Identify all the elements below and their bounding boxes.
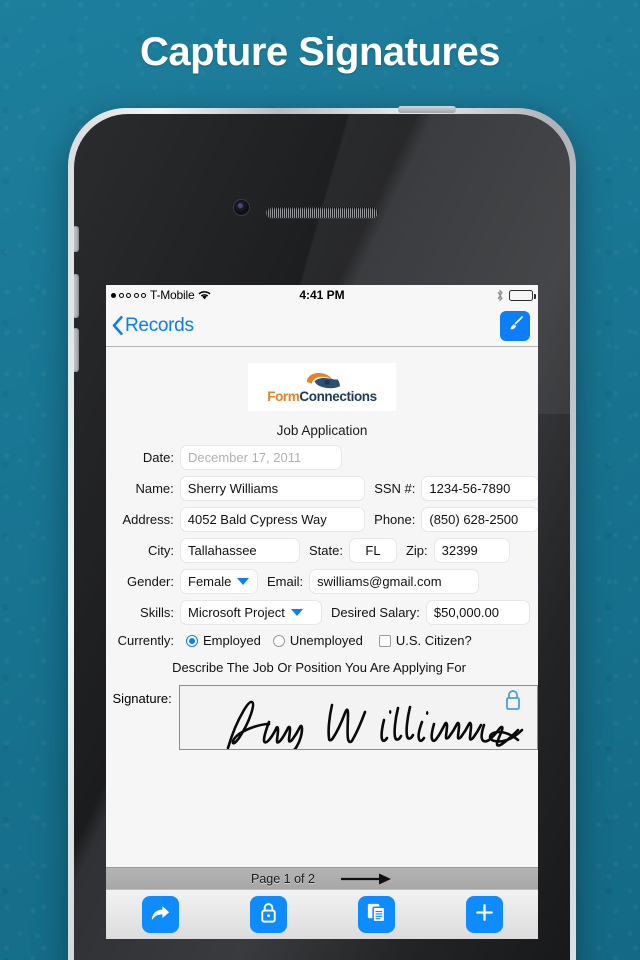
next-page-button[interactable]: [340, 872, 393, 886]
navigation-bar: Records: [106, 305, 538, 347]
skills-label: Skills:: [140, 605, 174, 620]
address-label: Address:: [122, 512, 174, 527]
page-indicator: Page 1 of 2: [251, 871, 315, 886]
name-input[interactable]: Sherry Williams: [180, 477, 365, 500]
home-button-area[interactable]: [74, 939, 570, 960]
radio-unemployed[interactable]: Unemployed: [272, 633, 363, 648]
checkbox-us-citizen-icon: [378, 634, 391, 647]
clock-label: 4:41 PM: [299, 288, 345, 302]
form-row-skills: Skills: Microsoft Project Desired Salary…: [106, 601, 538, 624]
brand-logo: FormConnections: [248, 363, 396, 411]
add-button[interactable]: [465, 896, 503, 933]
gender-select-value: Female: [188, 574, 232, 589]
email-input[interactable]: swilliams@gmail.com: [310, 570, 479, 593]
form-row-employment: Currently: Employed Unemployed U.S. Citi…: [106, 633, 538, 648]
form-content: FormConnections Job Application Date: De…: [106, 347, 538, 867]
phone-device: T-Mobile 4:41 PM Records FormConnections…: [68, 106, 576, 960]
date-input[interactable]: December 17, 2011: [181, 446, 341, 469]
phone-screen: T-Mobile 4:41 PM Records FormConnections…: [106, 285, 538, 939]
power-button[interactable]: [398, 106, 456, 113]
form-row-gender: Gender: Female Email: swilliams@gmail.co…: [106, 570, 538, 593]
radio-unemployed-icon: [272, 634, 285, 647]
zip-input[interactable]: 32399: [434, 539, 509, 562]
battery-icon: [509, 289, 536, 301]
page-title: Capture Signatures: [140, 30, 500, 74]
radio-employed-icon: [186, 634, 198, 647]
arrow-right-icon: [340, 873, 391, 884]
gender-label: Gender:: [127, 574, 174, 589]
volume-down-button[interactable]: [74, 328, 79, 372]
form-title: Job Application: [276, 423, 368, 438]
zip-label: Zip:: [405, 543, 428, 558]
phone-input[interactable]: (850) 628-2500: [422, 508, 538, 531]
ssn-label: SSN #:: [374, 481, 416, 496]
back-button-label: Records: [125, 314, 194, 336]
describe-job-label: Describe The Job Or Position You Are App…: [172, 660, 466, 675]
duplicate-button[interactable]: [357, 896, 395, 933]
radio-unemployed-label: Unemployed: [289, 633, 363, 648]
copy-documents-icon: [365, 901, 388, 929]
brand-part-connections: Connections: [299, 388, 377, 404]
phone-body: T-Mobile 4:41 PM Records FormConnections…: [74, 114, 570, 960]
status-bar: T-Mobile 4:41 PM: [106, 285, 538, 305]
front-camera: [234, 200, 249, 215]
silence-switch[interactable]: [74, 226, 79, 252]
page-navigation-bar: Page 1 of 2: [106, 867, 538, 889]
lock-icon: [258, 901, 279, 929]
plus-icon: [473, 901, 496, 929]
bottom-toolbar: [106, 889, 538, 939]
email-label: Email:: [267, 574, 304, 589]
city-input[interactable]: Tallahassee: [181, 539, 299, 562]
signature-ink: [186, 688, 537, 749]
salary-input[interactable]: $50,000.00: [426, 601, 529, 624]
gender-select[interactable]: Female: [181, 570, 257, 593]
date-label: Date:: [142, 450, 174, 465]
share-button[interactable]: [141, 896, 179, 933]
volume-up-button[interactable]: [74, 274, 79, 318]
checkbox-us-citizen-label: U.S. Citizen?: [395, 633, 472, 648]
state-label: State:: [309, 543, 343, 558]
salary-label: Desired Salary:: [331, 605, 420, 620]
radio-employed[interactable]: Employed: [186, 633, 261, 648]
chevron-down-icon: [237, 578, 250, 585]
signature-tool-button[interactable]: [500, 310, 530, 341]
city-label: City:: [148, 543, 174, 558]
cloud-swoosh-icon: [303, 372, 341, 389]
chevron-left-icon: [112, 316, 123, 335]
earpiece-speaker: [266, 207, 378, 218]
share-arrow-icon: [149, 901, 172, 929]
checkbox-us-citizen[interactable]: U.S. Citizen?: [378, 633, 472, 648]
logo-container: FormConnections: [106, 363, 538, 411]
signature-label: Signature:: [112, 691, 172, 706]
ssn-input[interactable]: 1234-56-7890: [422, 477, 538, 500]
chevron-down-icon: [290, 609, 303, 616]
form-row-address: Address: 4052 Bald Cypress Way Phone: (8…: [106, 508, 538, 531]
paintbrush-icon: [506, 314, 525, 338]
form-row-name: Name: Sherry Williams SSN #: 1234-56-789…: [106, 477, 538, 500]
skills-select[interactable]: Microsoft Project: [181, 601, 321, 624]
lock-button[interactable]: [249, 896, 287, 933]
address-input[interactable]: 4052 Bald Cypress Way: [180, 508, 365, 531]
currently-label: Currently:: [117, 633, 174, 648]
signature-capture-field[interactable]: [178, 685, 538, 750]
brand-logo-text: FormConnections: [267, 390, 377, 404]
name-label: Name:: [135, 481, 174, 496]
form-row-signature: Signature:: [106, 685, 538, 750]
form-row-city: City: Tallahassee State: FL Zip: 32399: [106, 539, 538, 562]
brand-part-form: Form: [267, 388, 300, 404]
form-row-date: Date: December 17, 2011: [106, 446, 538, 469]
phone-label: Phone:: [374, 512, 416, 527]
bluetooth-icon: [496, 288, 504, 302]
status-bar-right: [496, 288, 536, 302]
back-button[interactable]: Records: [112, 315, 194, 337]
state-input[interactable]: FL: [349, 539, 396, 562]
skills-select-value: Microsoft Project: [188, 605, 285, 620]
radio-employed-label: Employed: [203, 633, 261, 648]
